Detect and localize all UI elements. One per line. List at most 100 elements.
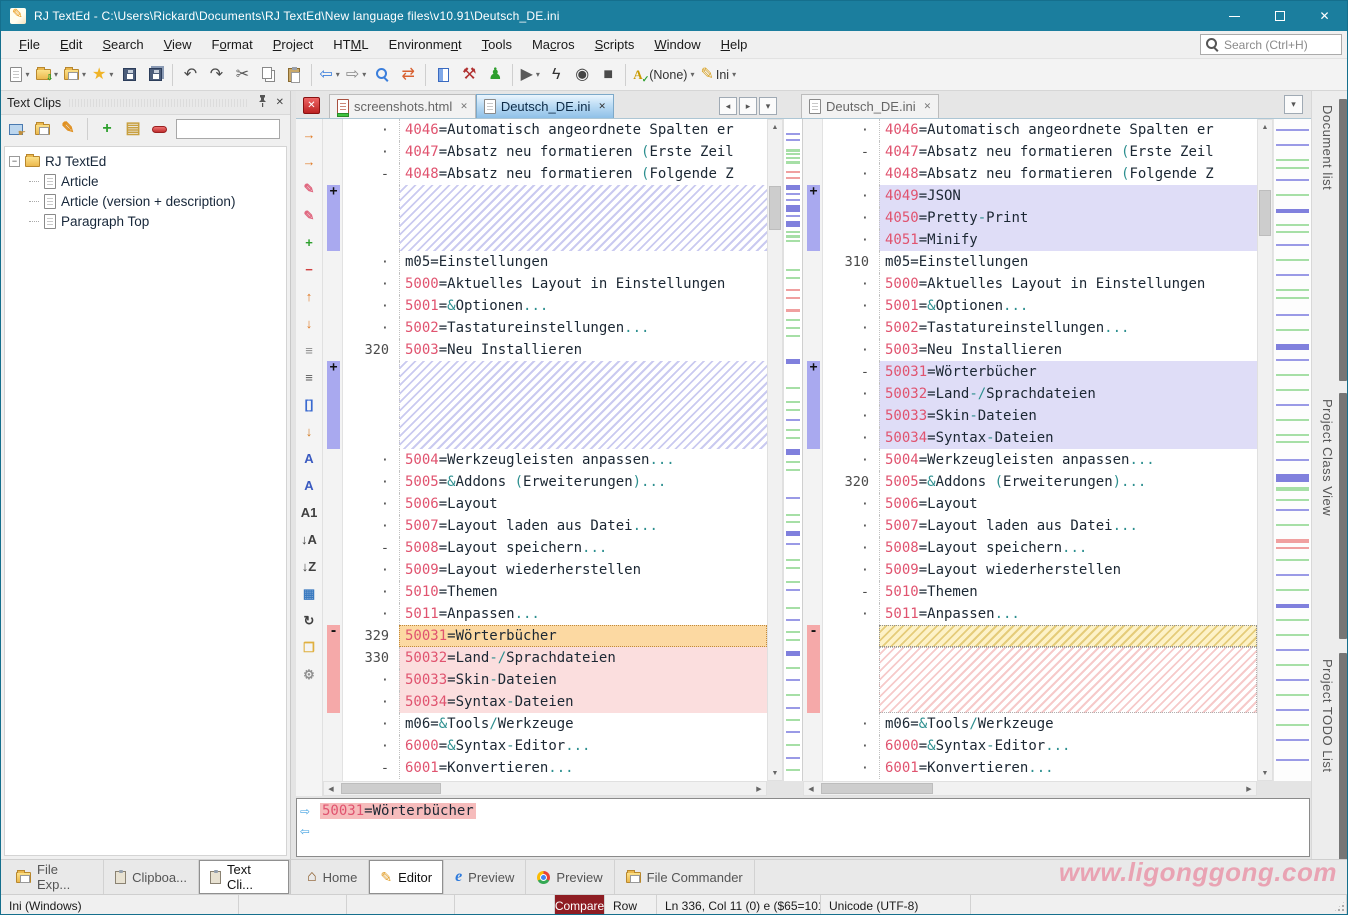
- forward-button[interactable]: ⇨▾: [343, 62, 369, 88]
- right-overview-strip[interactable]: [1273, 119, 1311, 781]
- copy-last-icon[interactable]: ↓: [296, 310, 322, 337]
- menu-file[interactable]: File: [9, 33, 50, 56]
- first-diff-icon[interactable]: A: [296, 445, 322, 472]
- copy-right-arrow-icon[interactable]: ⇨: [300, 803, 320, 819]
- run-button[interactable]: ▶▾: [517, 62, 543, 88]
- close-button[interactable]: ✕: [1302, 1, 1347, 31]
- copy-button[interactable]: [255, 62, 281, 88]
- script-button[interactable]: ϟ: [543, 62, 569, 88]
- open-project-button[interactable]: ▾: [61, 62, 89, 88]
- right-vertical-scrollbar[interactable]: ▲ ▼: [1257, 119, 1273, 781]
- refresh-icon[interactable]: ↻: [296, 607, 322, 634]
- menu-edit[interactable]: Edit: [50, 33, 92, 56]
- menu-project[interactable]: Project: [263, 33, 323, 56]
- editor-pane-right[interactable]: ++-·4046=Automatisch angeordnete Spalten…: [803, 119, 1257, 781]
- pin-icon[interactable]: [257, 94, 268, 112]
- tab-list-button[interactable]: ▾: [759, 97, 777, 115]
- insert-lines-icon[interactable]: +: [296, 229, 322, 256]
- edit-clip-document-button[interactable]: ✎: [57, 118, 79, 140]
- tab-file-commander[interactable]: File Commander: [615, 860, 755, 894]
- tab-scroll-left-button[interactable]: ◂: [719, 97, 737, 115]
- menu-html[interactable]: HTML: [323, 33, 378, 56]
- document-map-button[interactable]: [430, 62, 456, 88]
- clips-filter-input[interactable]: [176, 119, 280, 139]
- tab-deutsch-de-ini[interactable]: Deutsch_DE.ini✕: [801, 94, 939, 118]
- scroll-right-icon[interactable]: ▶: [752, 782, 766, 795]
- insert-clip-button[interactable]: [5, 118, 27, 140]
- side-tab-document-list[interactable]: Document list: [1312, 97, 1348, 383]
- scrollbar-thumb[interactable]: [821, 783, 933, 794]
- favorites-button[interactable]: ★▾: [89, 62, 116, 88]
- tools-button[interactable]: ⚒: [456, 62, 482, 88]
- tab-screenshots-html[interactable]: screenshots.html✕: [329, 94, 476, 118]
- scroll-right-icon[interactable]: ▶: [1242, 782, 1256, 795]
- syntax-button[interactable]: ✎Ini▾: [697, 62, 739, 88]
- menu-format[interactable]: Format: [202, 33, 263, 56]
- tab-text-clips[interactable]: Text Cli...: [199, 860, 290, 894]
- edit-clip-button[interactable]: ▤: [122, 118, 144, 140]
- last-diff-icon[interactable]: A: [296, 472, 322, 499]
- mark-icon[interactable]: ✎: [296, 202, 322, 229]
- maximize-button[interactable]: [1257, 1, 1302, 31]
- mark-add-icon[interactable]: ✎: [296, 175, 322, 202]
- scroll-up-icon[interactable]: ▲: [768, 120, 782, 134]
- delete-clip-button[interactable]: [148, 118, 170, 140]
- collapse-icon[interactable]: −: [9, 156, 20, 167]
- tree-root-rj-texted[interactable]: −RJ TextEd: [9, 151, 286, 171]
- tab-close-icon[interactable]: ✕: [598, 101, 606, 112]
- side-tab-project-todo-list[interactable]: Project TODO List: [1312, 651, 1348, 883]
- next-change-icon[interactable]: ↓: [296, 418, 322, 445]
- menu-macros[interactable]: Macros: [522, 33, 585, 56]
- diff-overview-strip[interactable]: [783, 119, 803, 781]
- compare-options-icon[interactable]: ⚙: [296, 661, 322, 688]
- goto-bracket-icon[interactable]: []: [296, 391, 322, 418]
- prev-difference-icon[interactable]: →: [296, 148, 322, 175]
- addons-button[interactable]: ♟: [482, 62, 508, 88]
- side-tab-project-class-view[interactable]: Project Class View: [1312, 391, 1348, 641]
- search-input[interactable]: [1224, 38, 1336, 52]
- scroll-down-icon[interactable]: ▼: [1258, 766, 1272, 780]
- delete-lines-icon[interactable]: −: [296, 256, 322, 283]
- scroll-left-icon[interactable]: ◀: [804, 782, 818, 795]
- tree-item-article[interactable]: Article: [9, 171, 286, 191]
- left-vertical-scrollbar[interactable]: ▲ ▼: [767, 119, 783, 781]
- scrollbar-thumb[interactable]: [769, 186, 781, 230]
- scroll-down-icon[interactable]: ▼: [768, 766, 782, 780]
- scroll-left-icon[interactable]: ◀: [324, 782, 338, 795]
- next-difference-icon[interactable]: →: [296, 121, 322, 148]
- sort-za-icon[interactable]: ↓Z: [296, 553, 322, 580]
- back-button[interactable]: ⇦▾: [316, 62, 342, 88]
- merge-block-icon[interactable]: ≡: [296, 364, 322, 391]
- scroll-up-icon[interactable]: ▲: [1258, 120, 1272, 134]
- cut-button[interactable]: ✂: [229, 62, 255, 88]
- tab-close-icon[interactable]: ✕: [924, 101, 932, 112]
- tree-item-paragraph-top[interactable]: Paragraph Top: [9, 211, 286, 231]
- undo-button[interactable]: ↶: [177, 62, 203, 88]
- right-horizontal-scrollbar[interactable]: ◀ ▶: [803, 781, 1257, 796]
- panel-close-icon[interactable]: ✕: [276, 97, 284, 108]
- replace-button[interactable]: ⇄: [395, 62, 421, 88]
- menu-scripts[interactable]: Scripts: [585, 33, 645, 56]
- save-button[interactable]: [116, 62, 142, 88]
- record-macro-button[interactable]: ◉: [569, 62, 595, 88]
- tab-list-button[interactable]: ▾: [1284, 95, 1303, 114]
- search-button[interactable]: [369, 62, 395, 88]
- menu-environment[interactable]: Environment: [379, 33, 472, 56]
- open-file-button[interactable]: ▾: [33, 62, 61, 88]
- copy-left-block-icon[interactable]: ≡: [296, 337, 322, 364]
- save-all-button[interactable]: [142, 62, 168, 88]
- validate-icon[interactable]: ▦: [296, 580, 322, 607]
- add-clip-button[interactable]: +: [96, 118, 118, 140]
- close-file-button[interactable]: ✕: [303, 97, 320, 114]
- copy-left-arrow-icon[interactable]: ⇦: [300, 823, 320, 839]
- scrollbar-thumb[interactable]: [341, 783, 441, 794]
- tab-home[interactable]: ⌂Home: [296, 860, 369, 894]
- tab-clipboard[interactable]: Clipboa...: [104, 860, 199, 894]
- redo-button[interactable]: ↷: [203, 62, 229, 88]
- menu-search[interactable]: Search: [92, 33, 153, 56]
- tab-preview-ie[interactable]: ePreview: [444, 860, 526, 894]
- menu-help[interactable]: Help: [711, 33, 758, 56]
- new-clip-document-button[interactable]: [31, 118, 53, 140]
- new-file-button[interactable]: ▾: [7, 62, 33, 88]
- tab-file-explorer[interactable]: File Exp...: [5, 860, 104, 894]
